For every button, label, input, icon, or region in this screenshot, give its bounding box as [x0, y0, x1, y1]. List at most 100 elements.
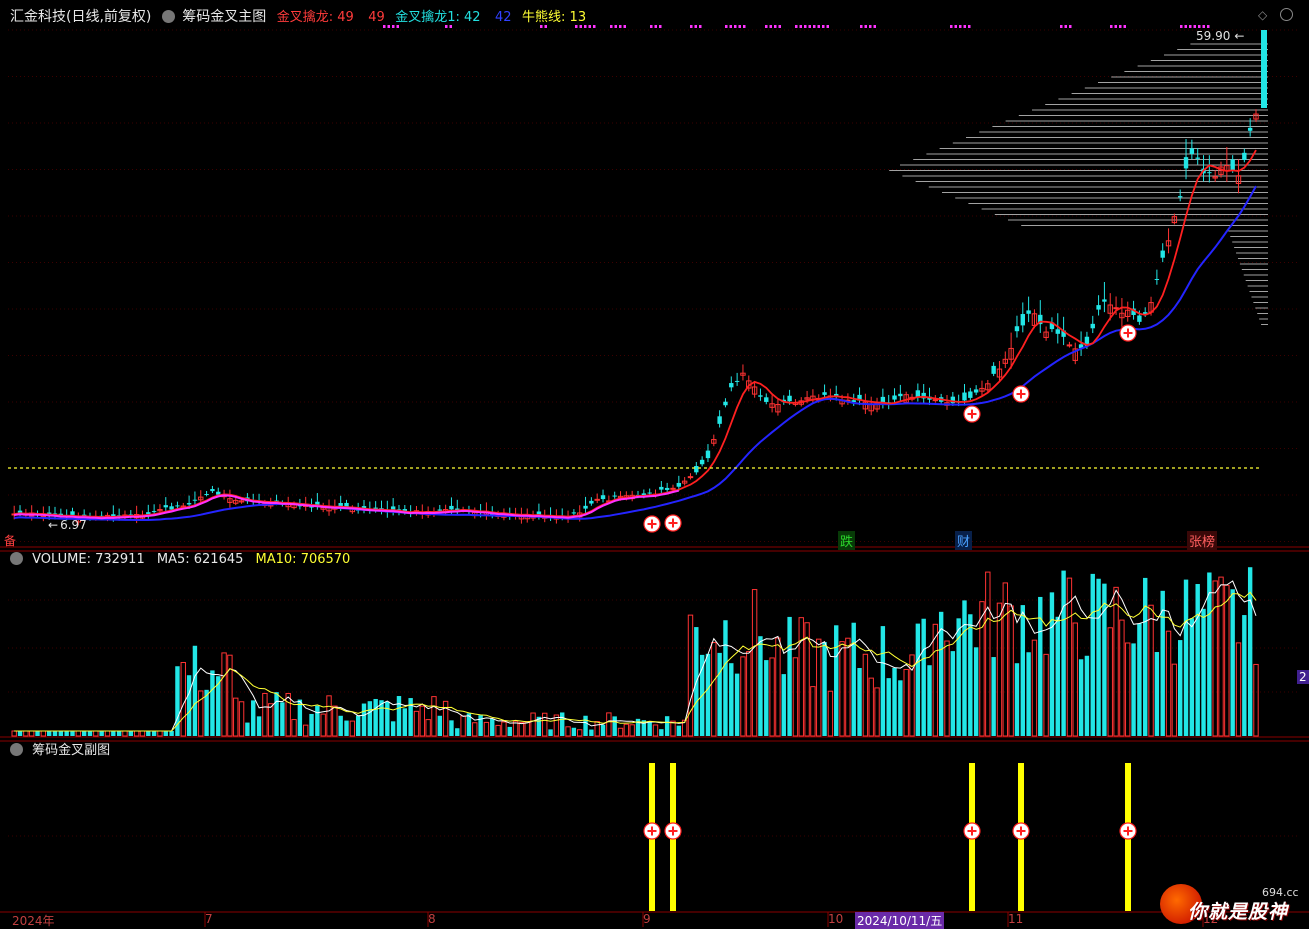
volume-bar-up [874, 687, 880, 737]
volume-bar-up [1253, 663, 1259, 737]
volume-bar-up [501, 721, 507, 737]
volume-bar-down [70, 731, 75, 736]
candle-down [676, 482, 682, 487]
volume-bar-up [740, 656, 746, 737]
candle-down [694, 465, 699, 473]
x-label: 2024年 [12, 914, 55, 928]
candle-down [968, 391, 973, 398]
collapse-icon[interactable] [161, 10, 175, 23]
volume-bar-down [781, 674, 786, 736]
signal-dot [650, 25, 653, 28]
volume-ma5-line [14, 580, 1257, 732]
diamond-icon[interactable]: ◇ [1258, 8, 1267, 22]
volume-bar-down [151, 731, 157, 736]
volume-bar-down [647, 721, 652, 736]
legend-jcql-2: 49 [368, 10, 385, 25]
volume-bar-down [58, 731, 64, 736]
candle-down [70, 511, 75, 515]
sub-title: 筹码金叉副图 [32, 743, 111, 758]
volume-bar-up [1119, 619, 1125, 737]
candle-down [822, 392, 827, 395]
signal-dot [804, 25, 807, 28]
volume-bar-down [1131, 643, 1136, 736]
volume-bar-down [548, 729, 553, 736]
signal-dot [699, 25, 702, 28]
volume-bar-up [746, 651, 752, 737]
volume-bar-down [455, 728, 460, 736]
volume-bar-down [128, 731, 133, 736]
volume-bar-down [1230, 589, 1235, 736]
golden-cross-signals [643, 324, 1137, 533]
event-tag-die[interactable]: 跌 [838, 531, 856, 550]
volume-bar-down [210, 670, 215, 736]
candle-down [659, 486, 664, 490]
candle-down [612, 495, 617, 497]
volume-bar-down [315, 705, 320, 736]
signal-dot [869, 25, 872, 28]
volume-bar-up [792, 657, 799, 737]
signal-dot [1119, 25, 1122, 28]
signal-dot [808, 25, 811, 28]
event-tag-cai[interactable]: 财 [955, 531, 973, 550]
volume-bar-down [1096, 578, 1101, 736]
volume-bar-down [1242, 615, 1247, 736]
volume-bar-up [1072, 622, 1078, 737]
volume-bar-down [851, 622, 856, 736]
candle-down [192, 499, 198, 501]
low-price-label: ← 6.97 [48, 518, 87, 532]
volume-bar-up [652, 724, 659, 737]
candle-down [758, 395, 763, 397]
volume-bar-up [1107, 627, 1113, 737]
volume-bar-up [413, 710, 420, 737]
volume-bar-up [483, 721, 490, 737]
volume-bar-down [87, 731, 93, 736]
price-ma-lines [14, 149, 1257, 521]
volume-bar-up [495, 724, 501, 737]
signal-dot [963, 25, 966, 28]
volume-bar-down [1061, 570, 1066, 736]
candle-down [151, 511, 157, 513]
volume-bar-down [973, 647, 979, 736]
legend-niuxiong: 牛熊线: 13 [522, 10, 587, 25]
event-tag-zhangbang[interactable]: 张榜 [1187, 531, 1218, 550]
volume-title: VOLUME: 732911 [32, 552, 145, 567]
watermark-text: 你就是股神 [1188, 901, 1289, 923]
signal-dot [1064, 25, 1067, 28]
candle-up [1066, 344, 1073, 347]
volume-bar-down [367, 701, 373, 736]
volume-bar-down [116, 731, 122, 736]
candle-down [647, 492, 652, 494]
volume-bar-up [629, 724, 635, 737]
signal-dot [729, 25, 732, 28]
settings-circle-icon[interactable] [1280, 8, 1293, 21]
candle-up [687, 476, 694, 479]
candle-down [1230, 159, 1235, 171]
candle-down [1207, 172, 1212, 174]
signal-dot [795, 25, 798, 28]
volume-bar-up [133, 730, 140, 737]
candle-down [729, 383, 734, 388]
volume-bar-down [507, 726, 512, 736]
sub-collapse-icon[interactable] [10, 743, 23, 756]
candle-down [892, 395, 897, 400]
candle-down [449, 505, 454, 510]
volume-bar-down [344, 720, 349, 736]
volume-bar-up [221, 652, 227, 737]
volume-bar-up [425, 719, 431, 737]
signal-dot [860, 25, 863, 28]
volume-bar-up [775, 637, 781, 737]
volume-bar-down [437, 715, 442, 736]
volume-bar-up [1165, 630, 1172, 737]
signal-dot [1193, 25, 1196, 28]
candle-down [169, 506, 174, 510]
candle-down [1096, 305, 1101, 310]
volume-collapse-icon[interactable] [10, 552, 23, 565]
signal-dot [1123, 25, 1126, 28]
volume-bar-up [932, 623, 939, 737]
candle-up [670, 487, 676, 490]
volume-bar-up [606, 712, 612, 737]
signal-dot [765, 25, 768, 28]
signal-dot [769, 25, 772, 28]
volume-bar-up [1008, 605, 1014, 737]
volume-bar-up [180, 661, 186, 737]
